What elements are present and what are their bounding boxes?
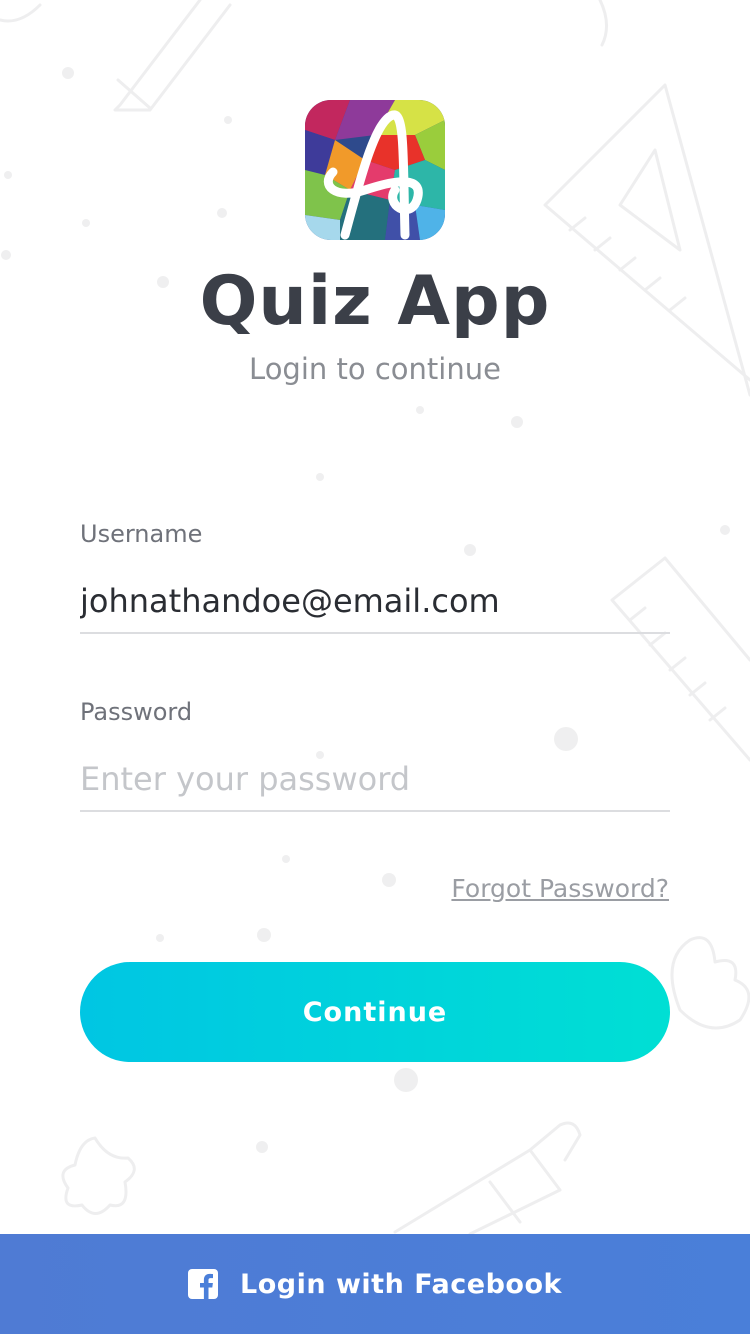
password-label: Password — [80, 698, 193, 726]
app-title: Quiz App — [199, 262, 551, 341]
username-label: Username — [80, 520, 203, 548]
password-input[interactable] — [80, 748, 670, 812]
username-input[interactable] — [80, 570, 670, 634]
forgot-password-link[interactable]: Forgot Password? — [451, 874, 669, 903]
quiz-app-logo-icon — [305, 100, 445, 240]
facebook-login-label: Login with Facebook — [240, 1268, 562, 1300]
continue-button[interactable]: Continue — [80, 962, 670, 1062]
facebook-icon — [188, 1269, 219, 1299]
login-screen: Quiz App Login to continue Username Pass… — [0, 0, 750, 1334]
app-subtitle: Login to continue — [249, 352, 501, 386]
facebook-login-button[interactable]: Login with Facebook — [0, 1234, 750, 1334]
